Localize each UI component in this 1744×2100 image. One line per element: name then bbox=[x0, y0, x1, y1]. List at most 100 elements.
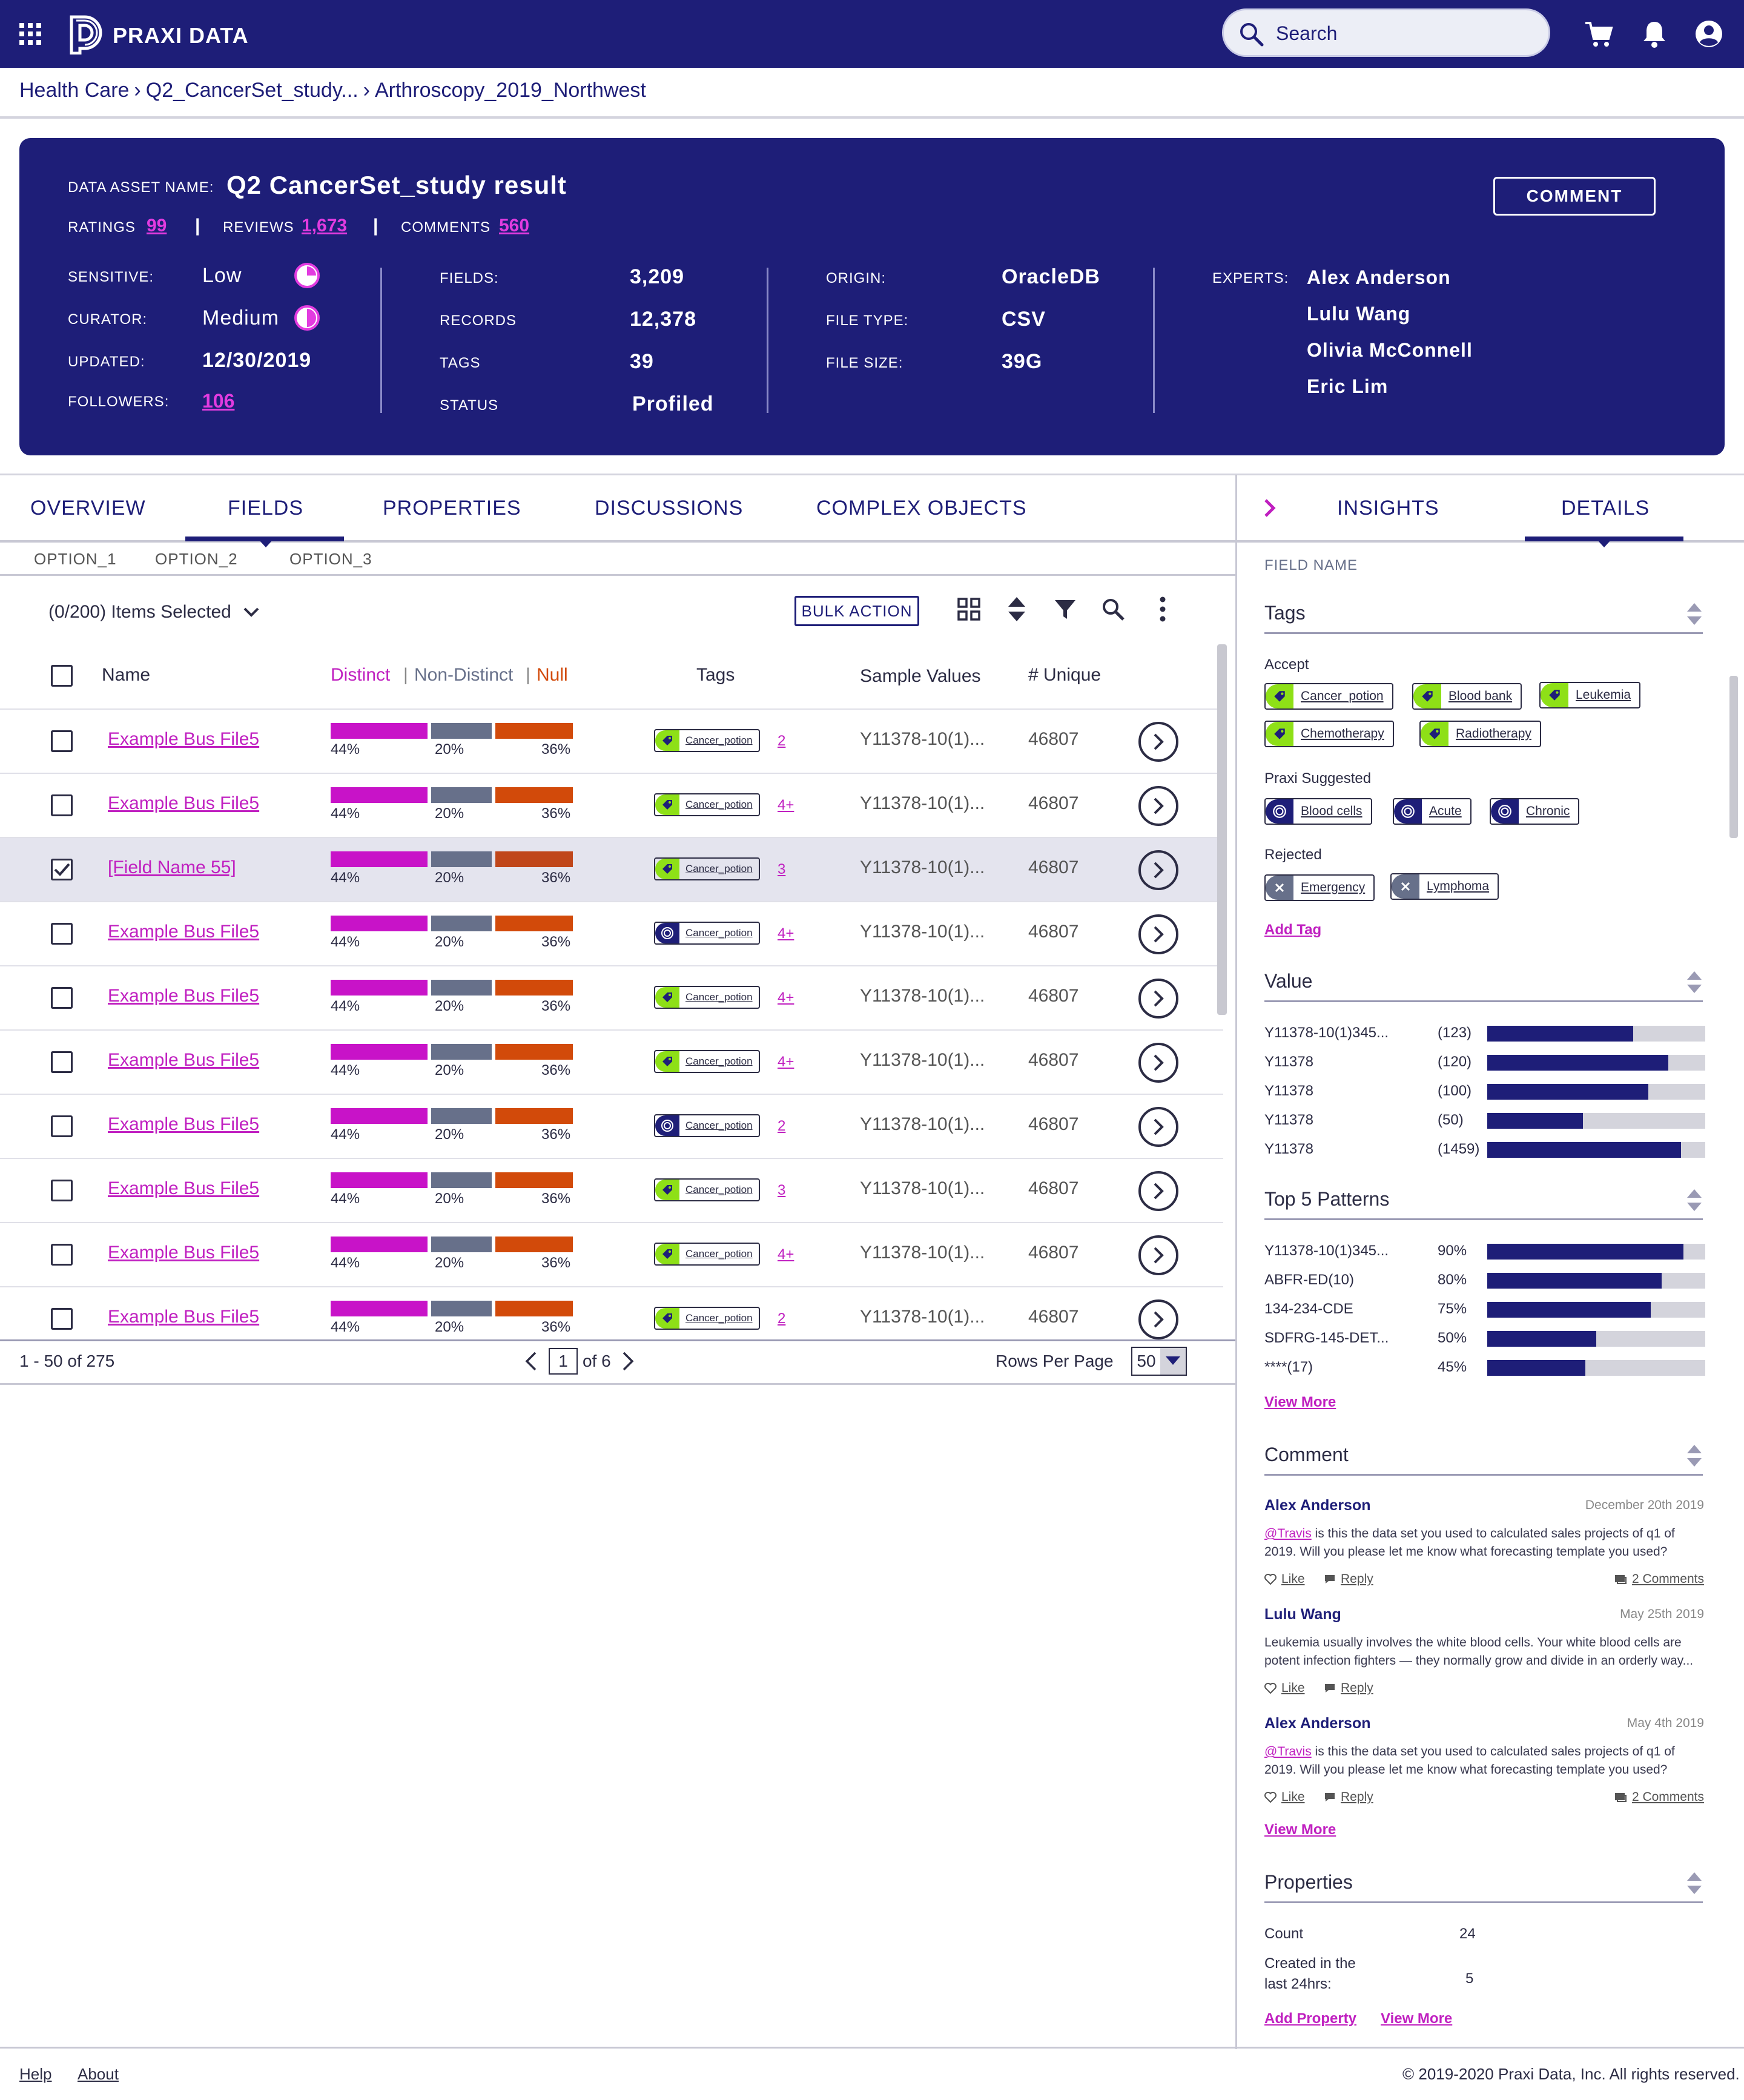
table-row[interactable]: Example Bus File5 44% 20% 36% Cancer_pot… bbox=[0, 1159, 1223, 1223]
table-row[interactable]: Example Bus File5 44% 20% 36% Cancer_pot… bbox=[0, 966, 1223, 1031]
next-page-icon[interactable] bbox=[620, 1350, 636, 1372]
row-details-button[interactable] bbox=[1138, 914, 1178, 954]
more-tags-link[interactable]: 3 bbox=[778, 861, 785, 878]
tag-chip[interactable]: Cancer_potion bbox=[654, 922, 760, 945]
field-name-link[interactable]: Example Bus File5 bbox=[108, 1243, 259, 1263]
field-name-link[interactable]: Example Bus File5 bbox=[108, 1050, 259, 1071]
comment-button[interactable]: COMMENT bbox=[1493, 177, 1656, 216]
column-header-tags[interactable]: Tags bbox=[696, 665, 735, 685]
help-link[interactable]: Help bbox=[19, 2065, 51, 2084]
reviews-value[interactable]: 1,673 bbox=[302, 216, 347, 236]
row-details-button[interactable] bbox=[1138, 979, 1178, 1019]
row-details-button[interactable] bbox=[1138, 1235, 1178, 1275]
select-all-checkbox[interactable] bbox=[51, 665, 73, 687]
search-icon[interactable] bbox=[1101, 597, 1125, 621]
about-link[interactable]: About bbox=[78, 2065, 119, 2084]
more-tags-link[interactable]: 4+ bbox=[778, 925, 794, 942]
row-details-button[interactable] bbox=[1138, 1043, 1178, 1083]
tag-chip[interactable]: Blood bank bbox=[1412, 683, 1522, 710]
search-input[interactable] bbox=[1276, 20, 1536, 47]
field-name-link[interactable]: Example Bus File5 bbox=[108, 729, 259, 750]
filter-icon[interactable] bbox=[1054, 598, 1077, 621]
row-checkbox[interactable] bbox=[51, 1244, 73, 1266]
tab-overview[interactable]: OVERVIEW bbox=[30, 497, 146, 520]
reply-button[interactable]: Reply bbox=[1324, 1790, 1373, 1804]
row-checkbox[interactable] bbox=[51, 1051, 73, 1073]
column-header-name[interactable]: Name bbox=[102, 665, 150, 685]
row-checkbox[interactable] bbox=[51, 987, 73, 1009]
table-row[interactable]: Example Bus File5 44% 20% 36% Cancer_pot… bbox=[0, 1287, 1223, 1339]
praxi-logo[interactable] bbox=[68, 15, 104, 54]
tag-chip[interactable]: Cancer_potion bbox=[654, 857, 760, 880]
tag-chip[interactable]: Cancer_potion bbox=[654, 986, 760, 1009]
column-header-sample[interactable]: Sample Values bbox=[860, 666, 981, 687]
like-button[interactable]: Like bbox=[1264, 1681, 1305, 1696]
tab-insights[interactable]: INSIGHTS bbox=[1337, 497, 1439, 520]
view-more-link[interactable]: View More bbox=[1264, 1821, 1336, 1838]
field-name-link[interactable]: Example Bus File5 bbox=[108, 986, 259, 1006]
row-details-button[interactable] bbox=[1138, 850, 1178, 890]
tag-chip[interactable]: Cancer_potion bbox=[1264, 683, 1393, 710]
like-button[interactable]: Like bbox=[1264, 1572, 1305, 1587]
search-box[interactable] bbox=[1222, 8, 1550, 57]
more-options-icon[interactable] bbox=[1154, 596, 1171, 622]
field-name-link[interactable]: Example Bus File5 bbox=[108, 922, 259, 942]
table-row[interactable]: Example Bus File5 44% 20% 36% Cancer_pot… bbox=[0, 1031, 1223, 1095]
comment-author[interactable]: Lulu Wang bbox=[1264, 1606, 1341, 1623]
expert-name[interactable]: Alex Anderson bbox=[1307, 266, 1451, 289]
followers-value[interactable]: 106 bbox=[202, 390, 234, 412]
page-input[interactable]: 1 bbox=[549, 1348, 578, 1375]
comments-count-link[interactable]: 2 Comments bbox=[1614, 1572, 1704, 1587]
column-header-unique[interactable]: # Unique bbox=[1028, 665, 1101, 685]
add-property-link[interactable]: Add Property bbox=[1264, 2010, 1356, 2027]
more-tags-link[interactable]: 2 bbox=[778, 1118, 785, 1135]
comments-value[interactable]: 560 bbox=[499, 216, 529, 236]
more-tags-link[interactable]: 4+ bbox=[778, 1246, 794, 1263]
tag-chip[interactable]: Cancer_potion bbox=[654, 1178, 760, 1201]
row-checkbox[interactable] bbox=[51, 1180, 73, 1201]
reply-button[interactable]: Reply bbox=[1324, 1681, 1373, 1696]
field-name-link[interactable]: Example Bus File5 bbox=[108, 1178, 259, 1199]
sub-option-3[interactable]: OPTION_3 bbox=[289, 550, 372, 569]
row-checkbox[interactable] bbox=[51, 923, 73, 945]
more-tags-link[interactable]: 2 bbox=[778, 1310, 785, 1327]
table-row[interactable]: Example Bus File5 44% 20% 36% Cancer_pot… bbox=[0, 774, 1223, 838]
tag-chip[interactable]: Acute bbox=[1393, 798, 1472, 825]
prev-page-icon[interactable] bbox=[523, 1350, 539, 1372]
add-tag-link[interactable]: Add Tag bbox=[1264, 922, 1321, 939]
tab-details[interactable]: DETAILS bbox=[1561, 497, 1650, 520]
collapse-icon[interactable] bbox=[1686, 1871, 1703, 1895]
sub-option-1[interactable]: OPTION_1 bbox=[34, 550, 117, 569]
collapse-icon[interactable] bbox=[1686, 970, 1703, 994]
tab-fields[interactable]: FIELDS bbox=[228, 497, 303, 520]
column-header-non-distinct[interactable]: Non-Distinct bbox=[414, 665, 513, 685]
more-tags-link[interactable]: 3 bbox=[778, 1182, 785, 1199]
breadcrumb-item[interactable]: Health Care bbox=[19, 79, 129, 102]
tab-discussions[interactable]: DISCUSSIONS bbox=[595, 497, 743, 520]
row-details-button[interactable] bbox=[1138, 786, 1178, 826]
field-name-link[interactable]: Example Bus File5 bbox=[108, 1114, 259, 1135]
expert-name[interactable]: Lulu Wang bbox=[1307, 303, 1410, 325]
tag-chip[interactable]: Chronic bbox=[1490, 798, 1580, 825]
tag-chip[interactable]: Leukemia bbox=[1539, 682, 1641, 708]
panel-scrollbar[interactable] bbox=[1729, 676, 1738, 838]
row-details-button[interactable] bbox=[1138, 722, 1178, 762]
table-row[interactable]: [Field Name 55] 44% 20% 36% Cancer_potio… bbox=[0, 838, 1223, 902]
expert-name[interactable]: Olivia McConnell bbox=[1307, 339, 1473, 362]
column-header-null[interactable]: Null bbox=[537, 665, 568, 685]
row-checkbox[interactable] bbox=[51, 794, 73, 816]
close-icon[interactable] bbox=[1392, 874, 1419, 899]
tag-chip[interactable]: Emergency bbox=[1264, 874, 1375, 901]
like-button[interactable]: Like bbox=[1264, 1790, 1305, 1804]
table-row[interactable]: Example Bus File5 44% 20% 36% Cancer_pot… bbox=[0, 710, 1223, 774]
expert-name[interactable]: Eric Lim bbox=[1307, 375, 1388, 398]
breadcrumb-item[interactable]: Q2_CancerSet_study... bbox=[146, 79, 358, 102]
more-tags-link[interactable]: 4+ bbox=[778, 797, 794, 814]
reply-button[interactable]: Reply bbox=[1324, 1572, 1373, 1587]
field-name-link[interactable]: Example Bus File5 bbox=[108, 793, 259, 814]
column-header-distinct[interactable]: Distinct bbox=[331, 665, 390, 685]
tag-chip[interactable]: Cancer_potion bbox=[654, 1050, 760, 1073]
field-name-link[interactable]: Example Bus File5 bbox=[108, 1307, 259, 1327]
row-checkbox[interactable] bbox=[51, 859, 73, 880]
tag-chip[interactable]: Blood cells bbox=[1264, 798, 1372, 825]
